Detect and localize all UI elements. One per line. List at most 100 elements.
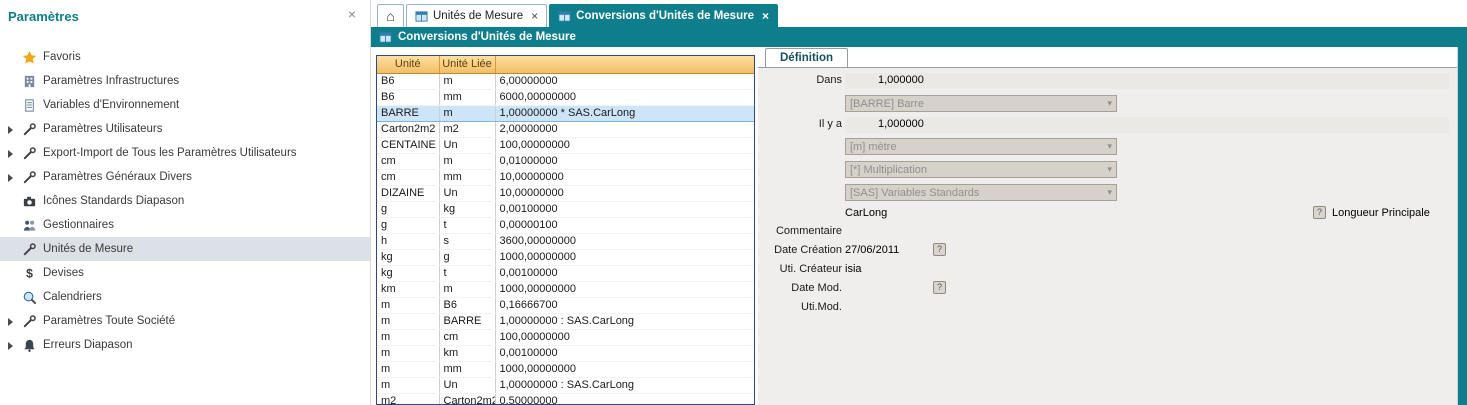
table-cell[interactable]: m <box>377 377 439 393</box>
table-cell[interactable]: 1000,00000000 <box>495 281 754 297</box>
table-cell[interactable]: BARRE <box>377 105 439 121</box>
table-cell[interactable]: B6 <box>377 73 439 89</box>
column-header[interactable]: Unité <box>377 56 439 73</box>
table-row[interactable]: mBARRE1,00000000 : SAS.CarLong <box>377 313 754 329</box>
table-cell[interactable]: Un <box>439 137 495 153</box>
table-cell[interactable]: 10,00000000 <box>495 185 754 201</box>
table-cell[interactable]: mm <box>439 361 495 377</box>
table-cell[interactable]: 100,00000000 <box>495 137 754 153</box>
table-cell[interactable]: m <box>439 105 495 121</box>
conversions-table[interactable]: UnitéUnité Liée B6m6,00000000B6mm6000,00… <box>376 55 755 405</box>
sidebar-item-param-tres-utilisateurs[interactable]: Paramètres Utilisateurs <box>0 117 370 141</box>
table-row[interactable]: mkm0,00100000 <box>377 345 754 361</box>
table-cell[interactable]: 6000,00000000 <box>495 89 754 105</box>
table-cell[interactable]: 0,00100000 <box>495 201 754 217</box>
table-row[interactable]: mB60,16666700 <box>377 297 754 313</box>
sidebar-item-param-tres-g-n-raux-divers[interactable]: Paramètres Généraux Divers <box>0 165 370 189</box>
table-cell[interactable]: B6 <box>377 89 439 105</box>
table-cell[interactable]: 0,00000100 <box>495 217 754 233</box>
sidebar-item-param-tres-toute-soci-t[interactable]: Paramètres Toute Société <box>0 309 370 333</box>
table-cell[interactable]: 1000,00000000 <box>495 361 754 377</box>
table-cell[interactable]: B6 <box>439 297 495 313</box>
table-cell[interactable]: m <box>377 361 439 377</box>
table-row[interactable]: CENTAINEUn100,00000000 <box>377 137 754 153</box>
longueur-principale-checkbox[interactable]: ? <box>1313 206 1326 219</box>
variable-group-select[interactable]: [SAS] Variables Standards ▾ <box>845 184 1117 201</box>
sidebar-item-param-tres-infrastructures[interactable]: Paramètres Infrastructures <box>0 69 370 93</box>
table-row[interactable]: mUn1,00000000 : SAS.CarLong <box>377 377 754 393</box>
table-cell[interactable]: kg <box>377 265 439 281</box>
table-cell[interactable]: 1000,00000000 <box>495 249 754 265</box>
table-cell[interactable]: m2 <box>439 121 495 137</box>
table-cell[interactable]: Un <box>439 377 495 393</box>
table-cell[interactable]: 0,00100000 <box>495 265 754 281</box>
dans-unit-select[interactable]: [BARRE] Barre ▾ <box>845 95 1117 112</box>
table-cell[interactable]: m <box>377 345 439 361</box>
table-cell[interactable]: kg <box>377 249 439 265</box>
table-cell[interactable]: m <box>439 153 495 169</box>
sidebar-item-gestionnaires[interactable]: Gestionnaires <box>0 213 370 237</box>
table-row[interactable]: gkg0,00100000 <box>377 201 754 217</box>
table-cell[interactable]: 1,00000000 : SAS.CarLong <box>495 377 754 393</box>
table-cell[interactable]: 6,00000000 <box>495 73 754 89</box>
table-cell[interactable]: mm <box>439 169 495 185</box>
table-row[interactable]: cmm0,01000000 <box>377 153 754 169</box>
table-cell[interactable]: t <box>439 217 495 233</box>
column-header[interactable]: Unité Liée <box>439 56 495 73</box>
table-row[interactable]: gt0,00000100 <box>377 217 754 233</box>
table-row[interactable]: mcm100,00000000 <box>377 329 754 345</box>
vertical-scrollbar[interactable] <box>1457 47 1467 405</box>
date-mod-help-button[interactable]: ? <box>933 281 946 294</box>
scrollbar-thumb[interactable] <box>1458 47 1467 405</box>
table-cell[interactable]: CENTAINE <box>377 137 439 153</box>
table-cell[interactable]: km <box>439 345 495 361</box>
table-cell[interactable]: m <box>439 73 495 89</box>
close-icon[interactable]: × <box>762 9 769 23</box>
table-row[interactable]: m2Carton2m20,50000000 <box>377 393 754 405</box>
sidebar-item-devises[interactable]: Devises <box>0 261 370 285</box>
table-row[interactable]: mmm1000,00000000 <box>377 361 754 377</box>
table-cell[interactable]: g <box>377 201 439 217</box>
tab-unites-de-mesure[interactable]: Unités de Mesure × <box>406 4 547 27</box>
expand-arrow-icon[interactable] <box>7 341 16 350</box>
expand-arrow-icon[interactable] <box>7 317 16 326</box>
table-cell[interactable]: 0,16666700 <box>495 297 754 313</box>
table-cell[interactable]: m <box>377 297 439 313</box>
ilya-unit-select[interactable]: [m] mètre ▾ <box>845 138 1117 155</box>
table-cell[interactable]: g <box>377 217 439 233</box>
sidebar-item-export-import-de-tous-les-param-tres-utilisateurs[interactable]: Export-Import de Tous les Paramètres Uti… <box>0 141 370 165</box>
table-cell[interactable]: 0,01000000 <box>495 153 754 169</box>
tab-home[interactable]: ⌂ <box>377 4 404 27</box>
table-cell[interactable]: 2,00000000 <box>495 121 754 137</box>
table-cell[interactable]: 0,50000000 <box>495 393 754 405</box>
table-cell[interactable]: 1,00000000 : SAS.CarLong <box>495 313 754 329</box>
table-row[interactable]: B6mm6000,00000000 <box>377 89 754 105</box>
operation-select[interactable]: [*] Multiplication ▾ <box>845 161 1117 178</box>
sidebar-item-unit-s-de-mesure[interactable]: Unités de Mesure <box>0 237 370 261</box>
expand-arrow-icon[interactable] <box>7 149 16 158</box>
table-row[interactable]: kgg1000,00000000 <box>377 249 754 265</box>
table-cell[interactable]: Carton2m2 <box>439 393 495 405</box>
table-cell[interactable]: s <box>439 233 495 249</box>
sidebar-item-calendriers[interactable]: Calendriers <box>0 285 370 309</box>
close-icon[interactable]: × <box>531 9 538 23</box>
table-row[interactable]: kmm1000,00000000 <box>377 281 754 297</box>
table-cell[interactable]: Carton2m2 <box>377 121 439 137</box>
table-row[interactable]: Carton2m2m22,00000000 <box>377 121 754 137</box>
table-cell[interactable]: t <box>439 265 495 281</box>
sidebar-item-erreurs-diapason[interactable]: Erreurs Diapason <box>0 333 370 357</box>
table-cell[interactable]: m2 <box>377 393 439 405</box>
table-cell[interactable]: m <box>439 281 495 297</box>
table-cell[interactable]: 1,00000000 * SAS.CarLong <box>495 105 754 121</box>
table-cell[interactable]: BARRE <box>439 313 495 329</box>
table-cell[interactable]: cm <box>377 153 439 169</box>
table-cell[interactable]: m <box>377 313 439 329</box>
table-cell[interactable]: cm <box>377 169 439 185</box>
tab-definition[interactable]: Définition <box>765 48 848 67</box>
table-cell[interactable]: mm <box>439 89 495 105</box>
expand-arrow-icon[interactable] <box>7 125 16 134</box>
table-cell[interactable]: 3600,00000000 <box>495 233 754 249</box>
table-cell[interactable]: m <box>377 329 439 345</box>
table-cell[interactable]: 10,00000000 <box>495 169 754 185</box>
table-row[interactable]: B6m6,00000000 <box>377 73 754 89</box>
